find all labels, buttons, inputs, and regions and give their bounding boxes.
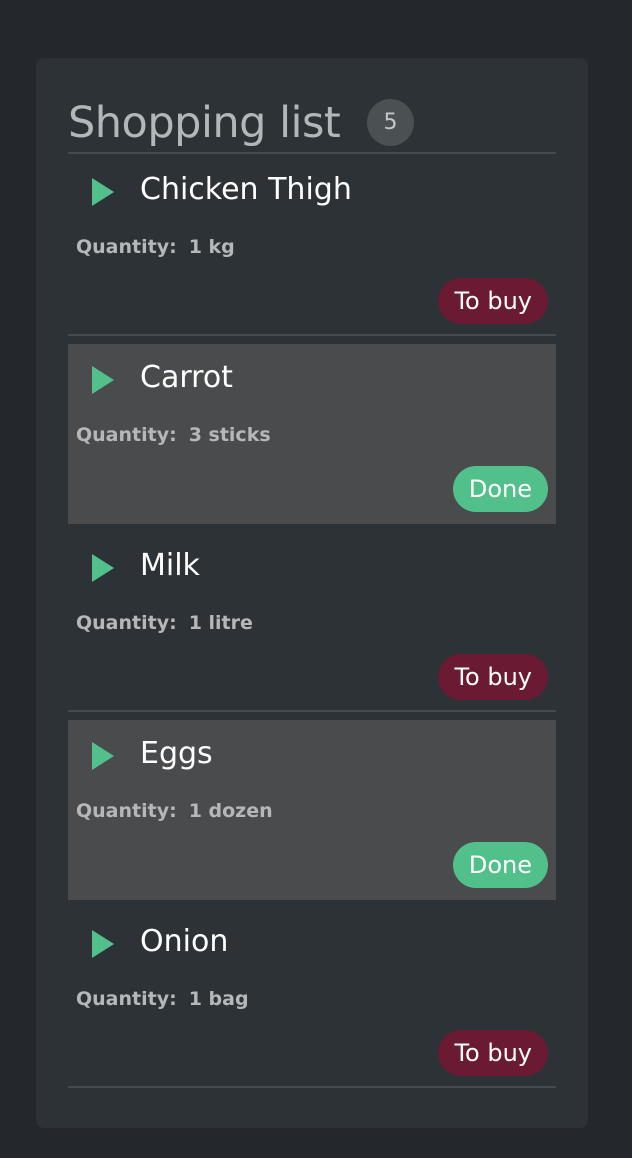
- item-name: Onion: [140, 924, 229, 959]
- status-toggle-button[interactable]: To buy: [438, 278, 548, 324]
- quantity-label: Quantity:: [76, 424, 177, 446]
- page-title: Shopping list: [68, 98, 341, 148]
- shopping-list: Chicken Thigh Quantity: 1 kg To buy Carro…: [68, 156, 556, 1088]
- item-name: Eggs: [140, 736, 213, 771]
- item-name: Carrot: [140, 360, 233, 395]
- list-item: Milk Quantity: 1 litre To buy: [68, 532, 556, 712]
- list-item: Onion Quantity: 1 bag To buy: [68, 908, 556, 1088]
- shopping-list-panel: Shopping list 5 Chicken Thigh Quantity: 1…: [36, 58, 588, 1128]
- status-toggle-button[interactable]: To buy: [438, 654, 548, 700]
- status-toggle-button[interactable]: Done: [452, 466, 548, 512]
- item-count-badge: 5: [367, 99, 414, 146]
- item-name: Milk: [140, 548, 200, 583]
- expand-play-icon[interactable]: [92, 930, 114, 958]
- quantity-label: Quantity:: [76, 236, 177, 258]
- expand-play-icon[interactable]: [92, 366, 114, 394]
- quantity-label: Quantity:: [76, 800, 177, 822]
- item-quantity: Quantity: 3 sticks: [76, 424, 271, 446]
- expand-play-icon[interactable]: [92, 554, 114, 582]
- item-name: Chicken Thigh: [140, 172, 352, 207]
- list-header: Shopping list 5: [68, 94, 556, 154]
- expand-play-icon[interactable]: [92, 178, 114, 206]
- item-quantity: Quantity: 1 litre: [76, 612, 253, 634]
- quantity-value: 1 bag: [188, 988, 249, 1010]
- list-item: Eggs Quantity: 1 dozen Done: [68, 720, 556, 900]
- list-item: Carrot Quantity: 3 sticks Done: [68, 344, 556, 524]
- expand-play-icon[interactable]: [92, 742, 114, 770]
- item-quantity: Quantity: 1 kg: [76, 236, 235, 258]
- status-toggle-button[interactable]: Done: [452, 842, 548, 888]
- quantity-value: 1 kg: [188, 236, 235, 258]
- quantity-value: 1 litre: [188, 612, 253, 634]
- quantity-label: Quantity:: [76, 612, 177, 634]
- item-quantity: Quantity: 1 bag: [76, 988, 249, 1010]
- list-item: Chicken Thigh Quantity: 1 kg To buy: [68, 156, 556, 336]
- quantity-value: 3 sticks: [188, 424, 271, 446]
- quantity-label: Quantity:: [76, 988, 177, 1010]
- quantity-value: 1 dozen: [188, 800, 273, 822]
- status-toggle-button[interactable]: To buy: [438, 1030, 548, 1076]
- item-quantity: Quantity: 1 dozen: [76, 800, 273, 822]
